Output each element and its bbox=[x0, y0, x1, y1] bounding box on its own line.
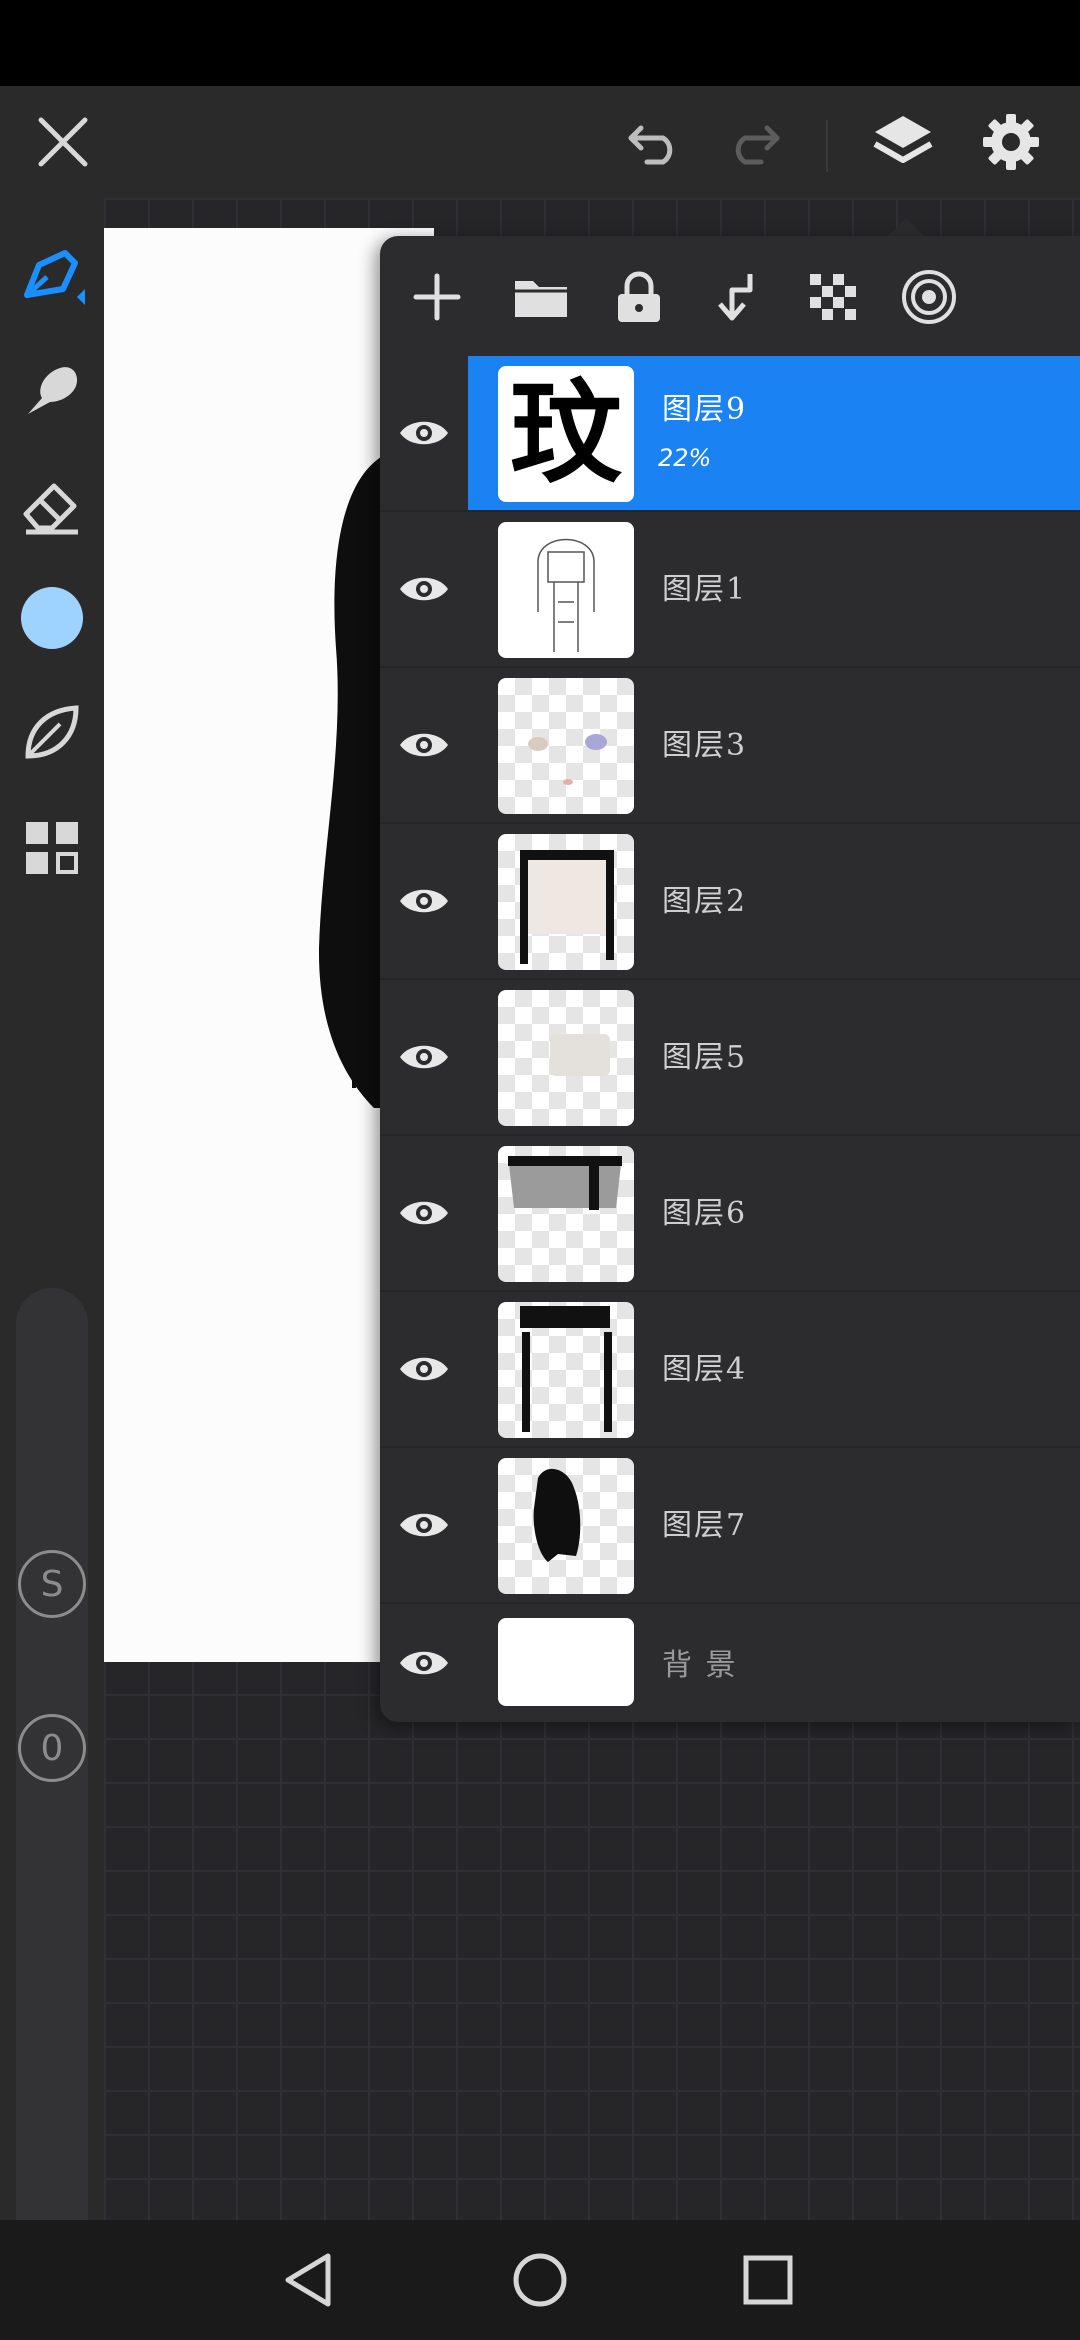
left-toolbar: S 0 bbox=[0, 198, 104, 2274]
new-group-button[interactable] bbox=[504, 260, 578, 334]
eraser-icon bbox=[23, 483, 78, 535]
visibility-toggle[interactable] bbox=[394, 1636, 454, 1690]
nav-recents-button[interactable] bbox=[728, 2244, 808, 2316]
eye-icon bbox=[400, 1357, 448, 1381]
layers-toolbar bbox=[380, 236, 1080, 356]
layer-name: 图层6 bbox=[662, 1196, 748, 1231]
layer-row[interactable]: 图层1 bbox=[380, 512, 1080, 668]
nav-back-button[interactable] bbox=[268, 2244, 348, 2316]
layer-thumbnail bbox=[498, 678, 634, 814]
layer-thumbnail bbox=[498, 1146, 634, 1282]
visibility-toggle[interactable] bbox=[394, 1342, 454, 1396]
leaf-tool[interactable] bbox=[12, 692, 92, 772]
undo-icon bbox=[628, 125, 673, 165]
close-button[interactable] bbox=[18, 86, 108, 198]
redo-button[interactable] bbox=[708, 86, 798, 198]
layer-effect-button[interactable] bbox=[892, 260, 966, 334]
visibility-toggle[interactable] bbox=[394, 1186, 454, 1240]
eye-icon bbox=[400, 421, 448, 445]
add-layer-button[interactable] bbox=[400, 260, 474, 334]
gallery-tool[interactable] bbox=[12, 808, 92, 888]
brush-icon bbox=[24, 250, 85, 305]
layer-name: 图层2 bbox=[662, 884, 748, 919]
visibility-toggle[interactable] bbox=[394, 562, 454, 616]
layer-name: 图层5 bbox=[662, 1040, 748, 1075]
settings-button[interactable] bbox=[966, 86, 1056, 198]
eraser-tool[interactable] bbox=[12, 466, 92, 546]
eye-icon bbox=[400, 1045, 448, 1069]
layer-row[interactable]: 玟 图层9 22% bbox=[380, 356, 1080, 512]
layer-row[interactable]: 图层4 bbox=[380, 1292, 1080, 1448]
smudge-icon bbox=[28, 367, 78, 414]
transparency-button[interactable] bbox=[796, 260, 870, 334]
visibility-toggle[interactable] bbox=[394, 718, 454, 772]
settings-icon bbox=[983, 114, 1039, 170]
visibility-toggle[interactable] bbox=[394, 1498, 454, 1552]
target-icon bbox=[902, 270, 956, 324]
top-bar bbox=[0, 86, 1080, 198]
layer-name: 图层4 bbox=[662, 1352, 748, 1387]
layer-row[interactable]: 图层2 bbox=[380, 824, 1080, 980]
add-icon bbox=[413, 273, 461, 321]
eye-icon bbox=[400, 733, 448, 757]
top-bar-divider bbox=[826, 120, 828, 172]
color-picker-button[interactable] bbox=[12, 578, 92, 658]
layer-thumbnail-glyph: 玟 bbox=[510, 369, 622, 499]
visibility-toggle[interactable] bbox=[394, 874, 454, 928]
lock-layer-button[interactable] bbox=[602, 260, 676, 334]
layers-panel: 玟 图层9 22% 图层1 图层3 图层2 图层5 图层6 图层4 图层7 背 … bbox=[380, 236, 1080, 1722]
lock-icon bbox=[618, 271, 660, 322]
nav-home-button[interactable] bbox=[500, 2244, 580, 2316]
redo-icon bbox=[735, 125, 780, 165]
brush-tool[interactable] bbox=[12, 236, 92, 316]
brush-opacity-knob[interactable]: 0 bbox=[18, 1714, 86, 1782]
smudge-tool[interactable] bbox=[12, 350, 92, 430]
layer-name: 图层7 bbox=[662, 1508, 748, 1543]
eye-icon bbox=[400, 889, 448, 913]
layer-opacity: 22% bbox=[658, 444, 712, 472]
merge-down-icon bbox=[718, 274, 753, 321]
home-icon bbox=[513, 2253, 567, 2307]
layer-row-background[interactable]: 背 景 bbox=[380, 1604, 1080, 1722]
layer-thumbnail: 玟 bbox=[498, 366, 634, 502]
back-icon bbox=[285, 2253, 331, 2307]
folder-icon bbox=[515, 281, 567, 317]
layer-thumbnail bbox=[498, 1458, 634, 1594]
gallery-grid-icon bbox=[26, 822, 78, 874]
layer-thumbnail bbox=[498, 1618, 634, 1706]
layer-thumbnail bbox=[498, 1302, 634, 1438]
color-swatch bbox=[21, 587, 83, 649]
eye-icon bbox=[400, 1201, 448, 1225]
close-icon bbox=[38, 117, 88, 167]
leaf-icon bbox=[25, 705, 79, 759]
layers-button[interactable] bbox=[858, 86, 948, 198]
layer-row[interactable]: 图层6 bbox=[380, 1136, 1080, 1292]
eye-icon bbox=[400, 1513, 448, 1537]
status-bar bbox=[0, 0, 1080, 86]
layer-row[interactable]: 图层7 bbox=[380, 1448, 1080, 1604]
system-nav-bar bbox=[0, 2220, 1080, 2340]
layer-name: 图层1 bbox=[662, 572, 748, 607]
layers-icon bbox=[873, 116, 933, 163]
layer-row[interactable]: 图层3 bbox=[380, 668, 1080, 824]
eye-icon bbox=[400, 1651, 448, 1675]
visibility-toggle[interactable] bbox=[394, 1030, 454, 1084]
recents-icon bbox=[743, 2255, 793, 2305]
brush-size-knob[interactable]: S bbox=[18, 1550, 86, 1618]
layer-name: 图层9 bbox=[662, 392, 748, 427]
undo-button[interactable] bbox=[610, 86, 700, 198]
checkerboard-icon bbox=[810, 274, 856, 320]
merge-down-button[interactable] bbox=[698, 260, 772, 334]
layer-thumbnail bbox=[498, 834, 634, 970]
layer-thumbnail bbox=[498, 990, 634, 1126]
eye-icon bbox=[400, 577, 448, 601]
panel-pointer bbox=[886, 218, 926, 238]
layer-name: 图层3 bbox=[662, 728, 748, 763]
layer-row[interactable]: 图层5 bbox=[380, 980, 1080, 1136]
layer-name: 背 景 bbox=[662, 1648, 738, 1683]
layer-thumbnail bbox=[498, 522, 634, 658]
visibility-toggle[interactable] bbox=[394, 406, 454, 460]
